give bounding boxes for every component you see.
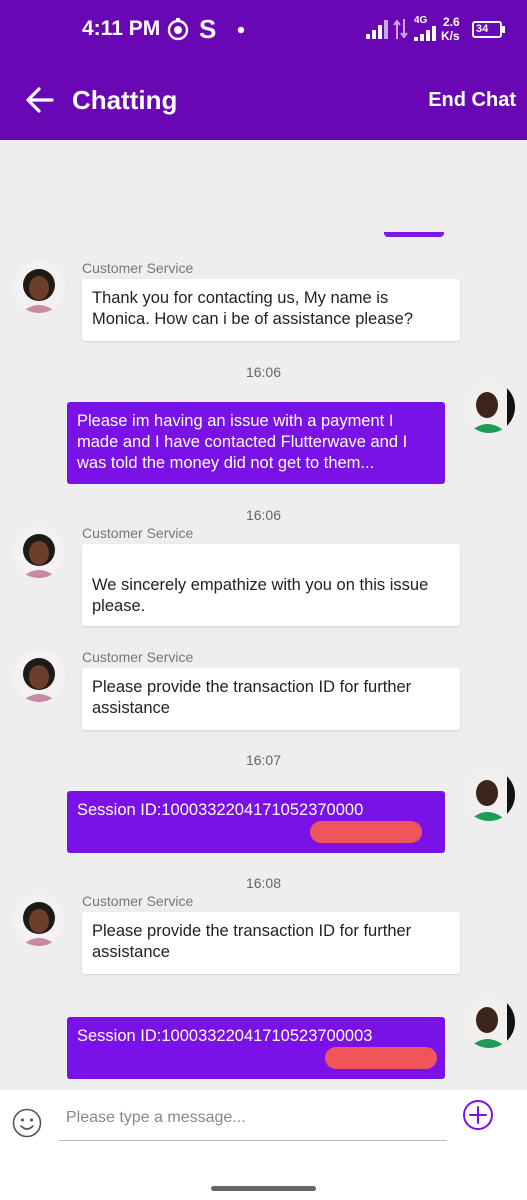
battery-tip: [502, 26, 505, 33]
battery-icon: 34: [472, 21, 502, 38]
message-timestamp: 16:06: [245, 507, 282, 523]
data-speed-value: 2.6: [443, 15, 460, 29]
add-attachment-icon[interactable]: [462, 1099, 494, 1131]
app-s-icon: S: [199, 16, 216, 42]
user-avatar: [463, 996, 515, 1048]
data-transfer-icon: [393, 19, 408, 39]
message-timestamp: 16:08: [245, 875, 282, 891]
outgoing-message: Session ID:10003322041710523700003: [67, 1017, 445, 1079]
emoji-icon[interactable]: [11, 1107, 43, 1139]
end-chat-button[interactable]: End Chat: [428, 89, 516, 112]
signal-icon: [366, 20, 388, 39]
outgoing-message-text: Session ID:1000332204171052370000: [77, 801, 364, 819]
sender-name: Customer Service: [82, 893, 194, 909]
battery-level: 34: [476, 23, 489, 35]
agent-avatar: [13, 261, 65, 313]
network-type: 4G: [414, 15, 428, 26]
home-indicator: [211, 1186, 316, 1191]
back-arrow-icon[interactable]: [22, 82, 58, 118]
previous-message-edge: [384, 232, 444, 237]
timer-icon: [167, 18, 189, 41]
redaction-mark: [325, 1047, 437, 1069]
sender-name: Customer Service: [82, 525, 194, 541]
redaction-mark: [310, 821, 422, 843]
chat-messages[interactable]: Customer Service Thank you for contactin…: [0, 140, 527, 1090]
incoming-message: Thank you for contacting us, My name is …: [82, 279, 460, 341]
message-input[interactable]: [59, 1096, 447, 1141]
outgoing-message: Please im having an issue with a payment…: [67, 402, 445, 484]
status-bar: 4:11 PM S 4G 2.6 K/s 34: [0, 0, 527, 60]
user-avatar: [463, 769, 515, 821]
agent-avatar: [13, 650, 65, 702]
message-timestamp: 16:06: [245, 364, 282, 380]
mobile-signal-icon: [414, 26, 436, 41]
user-avatar: [463, 381, 515, 433]
message-timestamp: 16:07: [245, 752, 282, 768]
message-input-bar: [0, 1090, 527, 1200]
outgoing-message: Session ID:1000332204171052370000: [67, 791, 445, 853]
svg-text:S: S: [199, 16, 216, 42]
incoming-message: We sincerely empathize with you on this …: [82, 544, 460, 626]
incoming-message: Please provide the transaction ID for fu…: [82, 668, 460, 730]
sender-name: Customer Service: [82, 260, 194, 276]
agent-avatar: [13, 526, 65, 578]
app-bar: Chatting End Chat: [0, 60, 527, 140]
page-title: Chatting: [72, 85, 178, 115]
agent-avatar: [13, 894, 65, 946]
outgoing-message-text: Session ID:10003322041710523700003: [77, 1027, 373, 1045]
sender-name: Customer Service: [82, 649, 194, 665]
data-speed-unit: K/s: [441, 29, 460, 43]
notification-dot-icon: [237, 26, 245, 34]
status-time: 4:11 PM: [82, 17, 161, 40]
incoming-message: Please provide the transaction ID for fu…: [82, 912, 460, 974]
